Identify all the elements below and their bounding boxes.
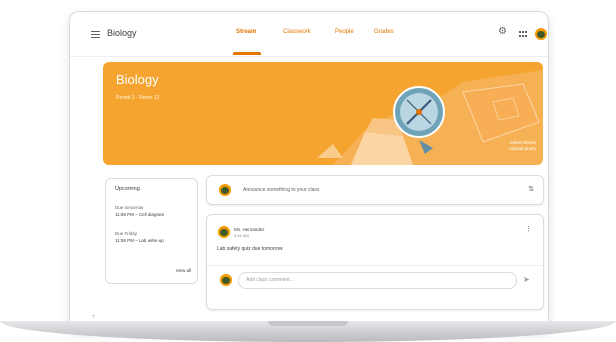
avatar <box>220 274 232 286</box>
tab-grades[interactable]: Grades <box>374 29 394 35</box>
upcoming-item-link[interactable]: 11:59 PM – Lab write-up <box>115 238 164 243</box>
customize-link[interactable]: Select theme Upload photo <box>500 140 536 152</box>
avatar[interactable] <box>535 28 547 40</box>
repost-icon[interactable]: ⇅ <box>528 185 534 193</box>
upcoming-title: Upcoming <box>115 186 140 192</box>
more-options-icon[interactable]: ⋮ <box>525 225 532 233</box>
comment-input[interactable]: Add class comment... <box>238 272 517 289</box>
banner-subtitle: Period 2 · Room 12 <box>116 95 160 101</box>
tab-classwork[interactable]: Classwork <box>283 29 311 35</box>
tab-people[interactable]: People <box>335 29 354 35</box>
apps-icon[interactable] <box>519 31 527 37</box>
menu-icon[interactable] <box>91 31 100 38</box>
announce-card[interactable]: Announce something to your class ⇅ <box>206 175 544 205</box>
send-icon[interactable]: ➤ <box>523 275 530 284</box>
upload-photo-link[interactable]: Upload photo <box>500 146 536 152</box>
comment-placeholder: Add class comment... <box>246 277 294 283</box>
laptop-notch <box>268 321 348 326</box>
gear-icon[interactable]: ⚙ <box>498 26 507 37</box>
upcoming-panel: Upcoming Due tomorrow 11:59 PM – Cell di… <box>105 178 198 284</box>
upcoming-item-due: Due Friday <box>115 231 138 236</box>
class-name[interactable]: Biology <box>107 28 137 38</box>
banner-title: Biology <box>116 72 159 87</box>
post-date: 9:41 AM <box>234 233 249 238</box>
stream-post: Ms. Hernandez 9:41 AM ⋮ Lab safety quiz … <box>206 214 544 310</box>
upcoming-item-due: Due tomorrow <box>115 205 144 210</box>
class-banner: Biology Period 2 · Room 12 Select theme … <box>103 62 543 165</box>
top-bar: Biology Stream Classwork People Grades ⚙ <box>70 12 548 57</box>
tab-stream[interactable]: Stream <box>236 29 256 35</box>
view-all-link[interactable]: View all <box>176 268 191 273</box>
banner-illustration <box>317 70 543 165</box>
avatar <box>219 184 231 196</box>
post-divider <box>207 265 543 266</box>
laptop-screen: Biology Stream Classwork People Grades ⚙… <box>70 12 548 330</box>
post-author: Ms. Hernandez <box>234 227 265 232</box>
avatar <box>218 226 230 238</box>
upcoming-item-link[interactable]: 11:59 PM – Cell diagram <box>115 212 164 217</box>
active-tab-indicator <box>233 52 261 55</box>
announce-input[interactable]: Announce something to your class <box>243 187 319 193</box>
post-body: Lab safety quiz due tomorrow <box>217 246 283 252</box>
